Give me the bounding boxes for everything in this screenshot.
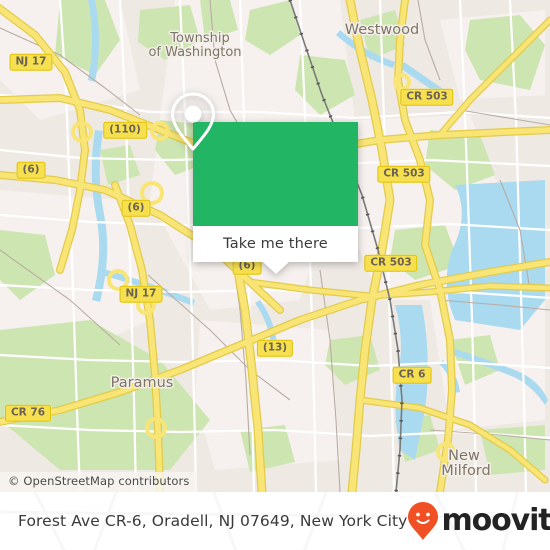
moovit-wordmark: moovit (441, 503, 550, 538)
map-canvas[interactable]: Township of Washington Westwood Paramus … (0, 0, 550, 492)
map-attribution[interactable]: © OpenStreetMap contributors (0, 471, 198, 492)
road-shield: (13) (256, 339, 294, 357)
moovit-pin-smiley-icon (408, 502, 439, 540)
map-label: New (448, 448, 480, 464)
map-label: Milford (441, 463, 490, 479)
road-shield: (6) (121, 199, 151, 217)
road-shield: CR 6 (392, 366, 432, 384)
map-label: Westwood (345, 22, 419, 38)
footer-bar: Forest Ave CR-6, Oradell, NJ 07649, New … (0, 492, 550, 550)
map-label: of Washington (148, 45, 241, 60)
road-shield: (110) (103, 121, 147, 139)
road-shield: CR 76 (4, 404, 52, 422)
address-label: Forest Ave CR-6, Oradell, NJ 07649, New … (18, 512, 408, 530)
road-shield: NJ 17 (119, 285, 163, 303)
popup-footer[interactable]: Take me there (193, 226, 358, 262)
take-me-there-label: Take me there (223, 236, 328, 252)
popup-tail-arrow (262, 262, 289, 274)
moovit-map-screen: Township of Washington Westwood Paramus … (0, 0, 550, 550)
location-popup[interactable]: Take me there (171, 92, 358, 274)
moovit-logo[interactable]: moovit (407, 501, 550, 541)
map-label: Township (169, 31, 229, 46)
road-shield: (6) (16, 161, 46, 179)
road-shield: NJ 17 (9, 53, 53, 71)
map-pin-icon (171, 92, 215, 151)
footer-content: Forest Ave CR-6, Oradell, NJ 07649, New … (0, 492, 550, 550)
map-label: Paramus (111, 375, 174, 391)
popup-header (171, 92, 358, 226)
road-shield: CR 503 (400, 88, 454, 106)
road-shield: CR 503 (377, 165, 431, 183)
road-shield: CR 503 (364, 254, 418, 272)
